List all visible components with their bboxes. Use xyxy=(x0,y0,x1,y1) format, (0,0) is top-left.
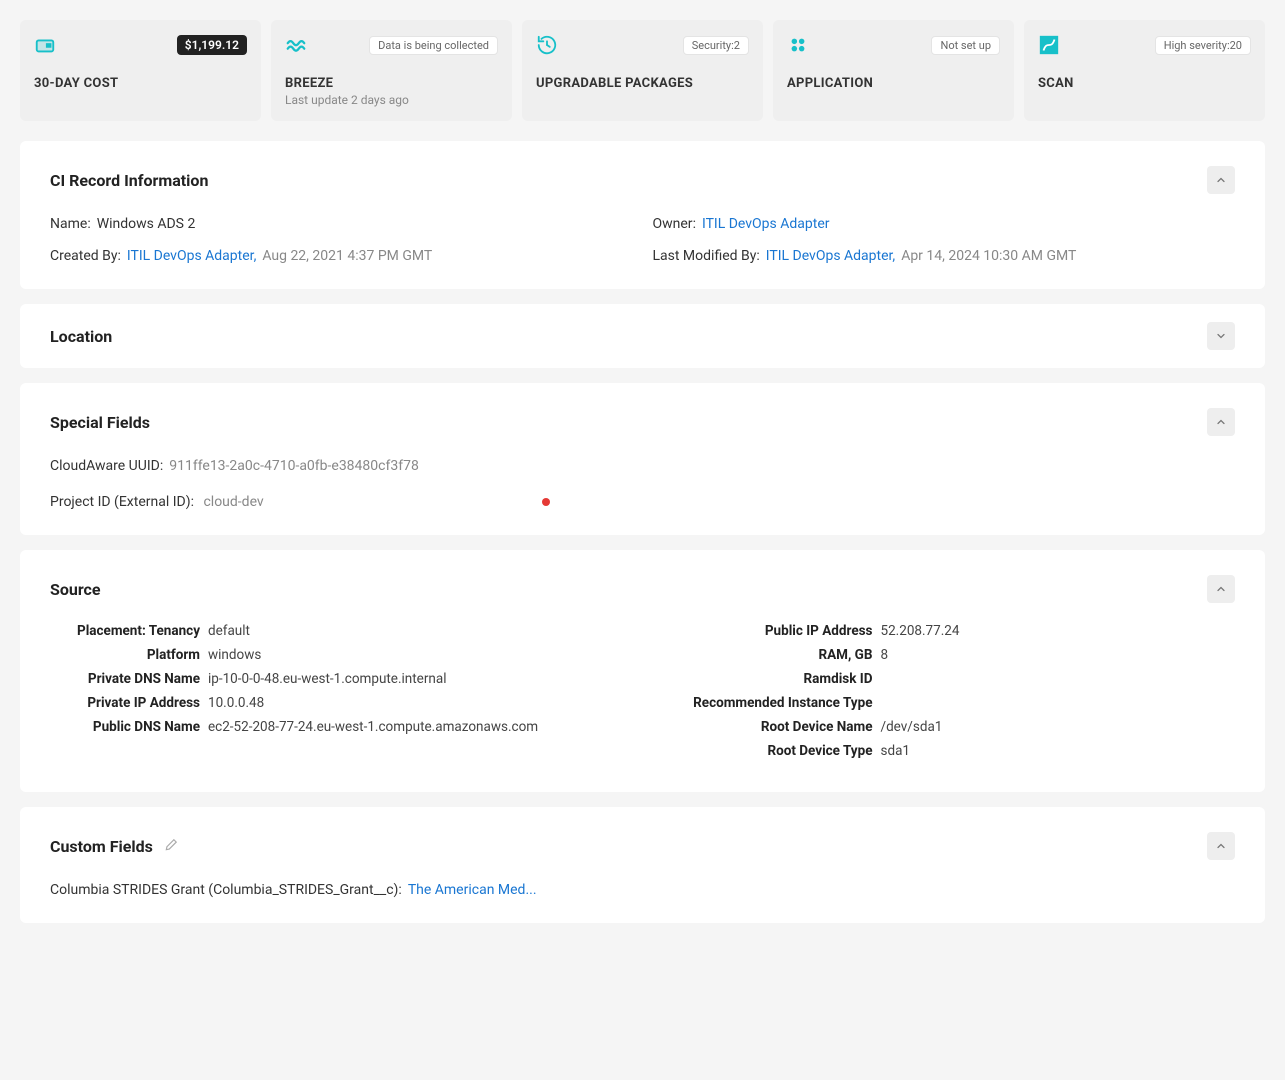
field-public-ip: Public IP Address 52.208.77.24 xyxy=(673,623,1236,639)
field-project-id: Project ID (External ID) cloud-dev xyxy=(50,494,550,510)
chevron-up-icon xyxy=(1215,174,1227,186)
field-recommended-instance-type: Recommended Instance Type xyxy=(673,695,1236,711)
panel-title: Source xyxy=(50,580,101,599)
card-30-day-cost[interactable]: $1,199.12 30-DAY COST xyxy=(20,20,261,121)
panel-special-fields: Special Fields CloudAware UUID 911ffe13-… xyxy=(20,383,1265,535)
field-platform: Platform windows xyxy=(50,647,613,663)
created-by-link[interactable]: ITIL DevOps Adapter, xyxy=(127,248,256,264)
panel-title: Custom Fields xyxy=(50,837,153,856)
panel-title: Special Fields xyxy=(50,413,150,432)
card-title: BREEZE xyxy=(285,76,498,91)
collapse-button[interactable] xyxy=(1207,832,1235,860)
alert-dot-icon xyxy=(542,498,550,506)
summary-cards: $1,199.12 30-DAY COST Data is being coll… xyxy=(20,20,1265,121)
card-breeze[interactable]: Data is being collected BREEZE Last upda… xyxy=(271,20,512,121)
field-placement-tenancy: Placement: Tenancy default xyxy=(50,623,613,639)
card-title: APPLICATION xyxy=(787,76,1000,91)
chevron-up-icon xyxy=(1215,583,1227,595)
field-root-device-type: Root Device Type sda1 xyxy=(673,743,1236,759)
cost-badge: $1,199.12 xyxy=(177,35,247,55)
field-root-device-name: Root Device Name /dev/sda1 xyxy=(673,719,1236,735)
field-owner: Owner ITIL DevOps Adapter xyxy=(653,216,1236,232)
card-application[interactable]: Not set up APPLICATION xyxy=(773,20,1014,121)
grant-link[interactable]: The American Med... xyxy=(408,882,537,898)
expand-button[interactable] xyxy=(1207,322,1235,350)
collapse-button[interactable] xyxy=(1207,166,1235,194)
field-public-dns: Public DNS Name ec2-52-208-77-24.eu-west… xyxy=(50,719,613,735)
panel-location: Location xyxy=(20,304,1265,368)
modified-date: Apr 14, 2024 10:30 AM GMT xyxy=(901,248,1076,264)
history-icon xyxy=(536,34,558,56)
scan-icon xyxy=(1038,34,1060,56)
field-cloudaware-uuid: CloudAware UUID 911ffe13-2a0c-4710-a0fb-… xyxy=(50,458,1235,474)
card-title: SCAN xyxy=(1038,76,1251,91)
breeze-badge: Data is being collected xyxy=(369,36,498,55)
field-name: Name Windows ADS 2 xyxy=(50,216,633,232)
owner-link[interactable]: ITIL DevOps Adapter xyxy=(702,216,830,232)
field-ramdisk-id: Ramdisk ID xyxy=(673,671,1236,687)
grid-icon xyxy=(787,34,809,56)
field-modified-by: Last Modified By ITIL DevOps Adapter, Ap… xyxy=(653,248,1236,264)
panel-title: CI Record Information xyxy=(50,171,208,190)
created-date: Aug 22, 2021 4:37 PM GMT xyxy=(262,248,432,264)
wave-icon xyxy=(285,34,307,56)
wallet-icon xyxy=(34,34,56,56)
card-upgradable-packages[interactable]: Security:2 UPGRADABLE PACKAGES xyxy=(522,20,763,121)
panel-ci-record: CI Record Information Name Windows ADS 2… xyxy=(20,141,1265,289)
application-badge: Not set up xyxy=(931,36,1000,55)
card-subtitle: Last update 2 days ago xyxy=(285,93,498,107)
panel-title: Location xyxy=(50,327,112,346)
field-created-by: Created By ITIL DevOps Adapter, Aug 22, … xyxy=(50,248,633,264)
panel-source: Source Placement: Tenancy default Platfo… xyxy=(20,550,1265,792)
field-ram: RAM, GB 8 xyxy=(673,647,1236,663)
collapse-button[interactable] xyxy=(1207,575,1235,603)
card-title: 30-DAY COST xyxy=(34,76,247,91)
chevron-up-icon xyxy=(1215,840,1227,852)
field-value: cloud-dev xyxy=(203,494,263,510)
card-title: UPGRADABLE PACKAGES xyxy=(536,76,749,91)
field-value: Windows ADS 2 xyxy=(97,216,196,232)
scan-badge: High severity:20 xyxy=(1155,36,1251,55)
edit-icon[interactable] xyxy=(164,840,178,856)
field-columbia-strides-grant: Columbia STRIDES Grant (Columbia_STRIDES… xyxy=(50,882,1235,898)
card-scan[interactable]: High severity:20 SCAN xyxy=(1024,20,1265,121)
field-private-ip: Private IP Address 10.0.0.48 xyxy=(50,695,613,711)
modified-by-link[interactable]: ITIL DevOps Adapter, xyxy=(766,248,895,264)
panel-custom-fields: Custom Fields Columbia STRIDES Grant (Co… xyxy=(20,807,1265,923)
field-value: 911ffe13-2a0c-4710-a0fb-e38480cf3f78 xyxy=(169,458,419,474)
packages-badge: Security:2 xyxy=(683,36,749,55)
collapse-button[interactable] xyxy=(1207,408,1235,436)
field-private-dns: Private DNS Name ip-10-0-0-48.eu-west-1.… xyxy=(50,671,613,687)
chevron-up-icon xyxy=(1215,416,1227,428)
chevron-down-icon xyxy=(1215,330,1227,342)
